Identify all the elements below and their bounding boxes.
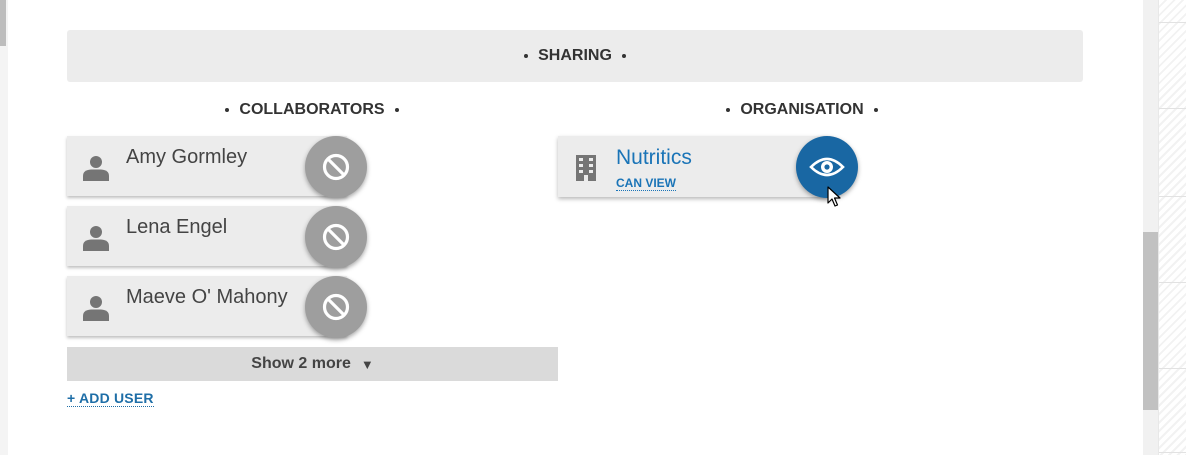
sharing-title: SHARING [538, 47, 612, 64]
organisation-title: ORGANISATION [740, 101, 864, 118]
bullet-dot [726, 108, 731, 112]
eye-icon [809, 157, 845, 177]
block-icon [322, 223, 350, 251]
block-icon [322, 153, 350, 181]
collaborators-heading: COLLABORATORS [67, 100, 557, 120]
right-scrollbar-thumb[interactable] [1143, 232, 1158, 410]
organisation-name: Nutritics [616, 146, 692, 169]
collaborator-name: Lena Engel [126, 216, 228, 238]
remove-collaborator-button[interactable] [305, 136, 367, 198]
add-user-link[interactable]: + ADD USER [67, 390, 154, 407]
block-icon [322, 293, 350, 321]
bullet-dot [621, 54, 626, 58]
collaborator-name: Maeve O' Mahony [126, 286, 288, 308]
remove-collaborator-button[interactable] [305, 276, 367, 338]
collaborator-name: Amy Gormley [126, 146, 248, 168]
side-panel-edge [1158, 0, 1186, 455]
person-icon [83, 226, 109, 251]
organisation-card: Nutritics CAN VIEW [558, 136, 828, 197]
show-more-button[interactable]: Show 2 more ▼ [67, 347, 558, 381]
left-scrollbar[interactable] [0, 0, 8, 455]
building-icon [576, 155, 596, 181]
bullet-dot [394, 108, 399, 112]
permission-link[interactable]: CAN VIEW [616, 176, 676, 191]
triangle-down-icon: ▼ [360, 356, 374, 372]
bullet-dot [524, 54, 529, 58]
mouse-cursor-icon [827, 186, 841, 207]
right-scrollbar[interactable] [1143, 0, 1158, 455]
sharing-header: SHARING [67, 30, 1083, 82]
remove-collaborator-button[interactable] [305, 206, 367, 268]
bullet-dot [873, 108, 878, 112]
show-more-label: Show 2 more [251, 355, 351, 372]
person-icon [83, 156, 109, 181]
collaborators-title: COLLABORATORS [239, 101, 385, 118]
person-icon [83, 296, 109, 321]
bullet-dot [225, 108, 230, 112]
left-scrollbar-thumb[interactable] [0, 0, 6, 46]
organisation-heading: ORGANISATION [557, 100, 1047, 120]
